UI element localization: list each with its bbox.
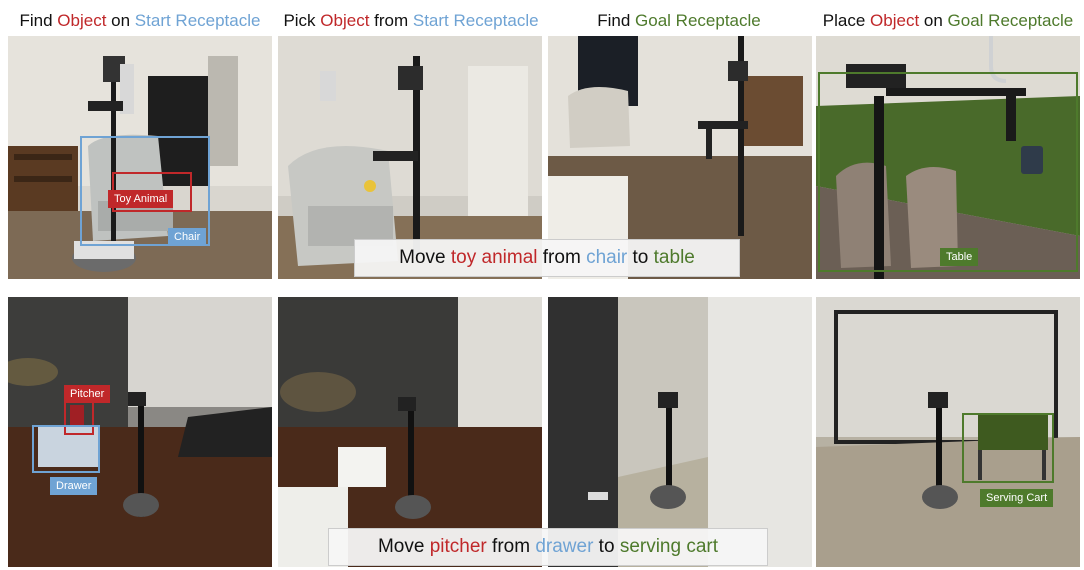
start-receptacle-bounding-box: [32, 425, 100, 473]
scene-sim-bedroom: [278, 297, 542, 567]
caption-text: to: [593, 536, 620, 557]
caption-object: pitcher: [429, 536, 487, 557]
caption-text: Move: [377, 536, 430, 557]
header-goal-receptacle-word: Goal Receptacle: [635, 11, 761, 30]
caption-text: Move: [399, 247, 451, 268]
header-text: on: [919, 11, 948, 30]
header-object-word: Object: [320, 11, 370, 30]
goal-receptacle-bounding-box: [962, 413, 1054, 483]
photo-real-place-object: Table: [816, 36, 1080, 279]
caption-text: from: [486, 536, 536, 557]
goal-receptacle-bounding-box: [818, 72, 1078, 272]
caption-goal-receptacle: table: [653, 247, 695, 268]
header-text: from: [369, 11, 413, 30]
header-pick-object: Pick Object from Start Receptacle: [276, 8, 546, 34]
header-text: Find: [19, 11, 58, 30]
caption-text: to: [627, 247, 654, 268]
header-text: Place: [822, 11, 871, 30]
header-start-receptacle-word: Start Receptacle: [412, 11, 539, 30]
render-sim-place-object: Serving Cart: [816, 297, 1080, 567]
header-goal-receptacle-word: Goal Receptacle: [947, 11, 1074, 30]
header-place-object: Place Object on Goal Receptacle: [816, 8, 1080, 34]
header-text: Find: [597, 11, 636, 30]
caption-goal-receptacle: serving cart: [619, 536, 719, 557]
caption-start-receptacle: chair: [586, 247, 628, 268]
start-receptacle-label-tag: Drawer: [50, 477, 98, 495]
render-sim-find-object: Pitcher Drawer: [8, 297, 272, 567]
header-find-goal: Find Goal Receptacle: [548, 8, 810, 34]
caption-start-receptacle: drawer: [535, 536, 594, 557]
header-object-word: Object: [870, 11, 920, 30]
goal-receptacle-label-tag: Serving Cart: [980, 489, 1054, 507]
header-text: Pick: [283, 11, 321, 30]
photo-real-find-object: Toy Animal Chair: [8, 36, 272, 279]
start-receptacle-label-tag: Chair: [168, 228, 207, 246]
caption-object: toy animal: [450, 247, 538, 268]
object-label-tag: Pitcher: [64, 385, 111, 403]
render-sim-find-goal: [548, 297, 812, 567]
scene-sim-hallway: [548, 297, 812, 567]
header-start-receptacle-word: Start Receptacle: [134, 11, 261, 30]
caption-text: from: [537, 247, 587, 268]
header-text: on: [106, 11, 135, 30]
goal-receptacle-label-tag: Table: [940, 248, 979, 266]
render-sim-pick-object: [278, 297, 542, 567]
task-caption-sim: Move pitcher from drawer to serving cart: [328, 528, 768, 566]
header-find-object: Find Object on Start Receptacle: [8, 8, 272, 34]
header-object-word: Object: [57, 11, 107, 30]
task-caption-real: Move toy animal from chair to table: [354, 239, 740, 277]
